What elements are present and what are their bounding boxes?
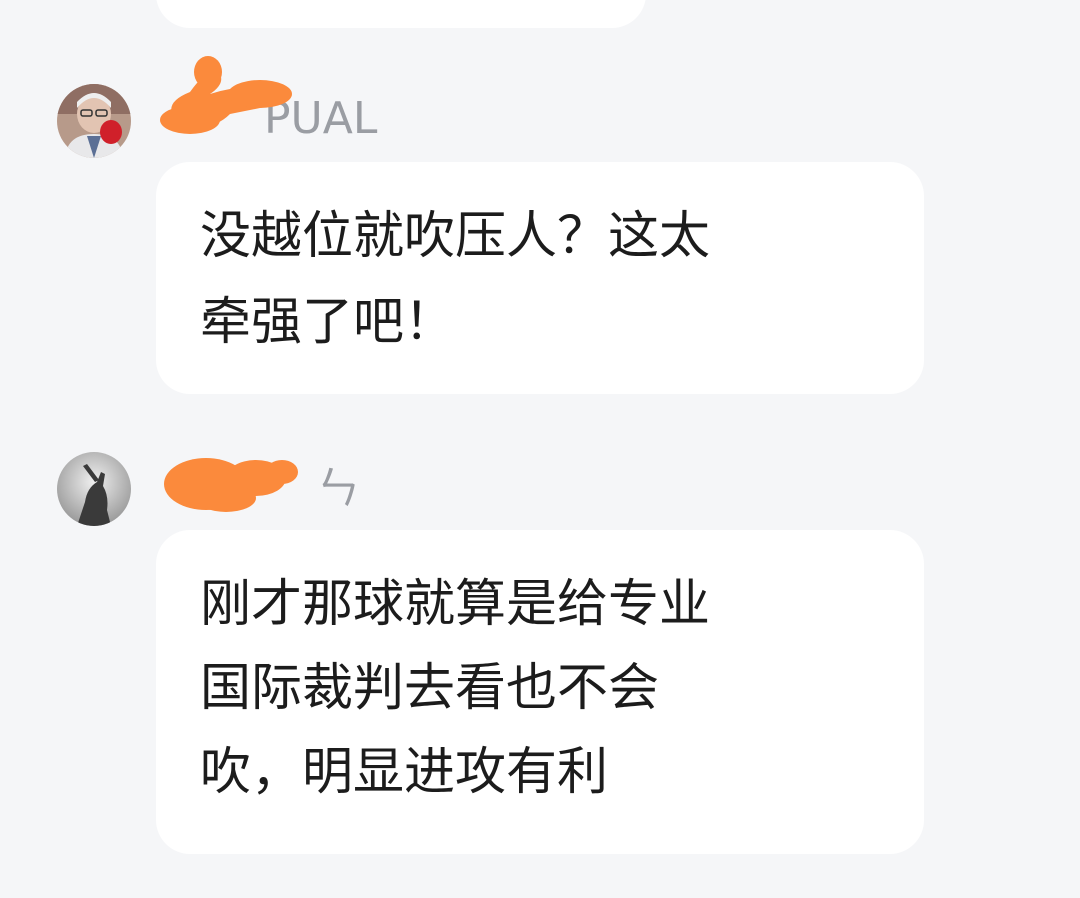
message-text-line: 牵强了吧！	[200, 293, 456, 352]
message-text-line: 没越位就吹压人？这太	[200, 207, 711, 266]
message-text-line: 国际裁判去看也不会	[200, 659, 660, 718]
username-visible-part: ㄣ	[316, 463, 360, 514]
username[interactable]: PUAL	[160, 94, 377, 144]
message-bubble[interactable]: 刚才那球就算是给专业 国际裁判去看也不会 吹，明显进攻有利	[156, 530, 924, 854]
previous-message-bubble[interactable]	[156, 0, 646, 28]
message-text-line: 吹，明显进攻有利	[200, 743, 609, 802]
message-bubble[interactable]: 没越位就吹压人？这太 牵强了吧！	[156, 162, 924, 394]
avatar-photo-silhouette	[57, 452, 131, 526]
username[interactable]: ㄣ	[160, 464, 360, 514]
username-visible-part: PUAL	[264, 93, 378, 144]
avatar[interactable]	[57, 452, 131, 526]
avatar[interactable]	[57, 84, 131, 158]
avatar-photo-elderly-man	[57, 84, 131, 158]
message-text-line: 刚才那球就算是给专业	[200, 575, 711, 634]
